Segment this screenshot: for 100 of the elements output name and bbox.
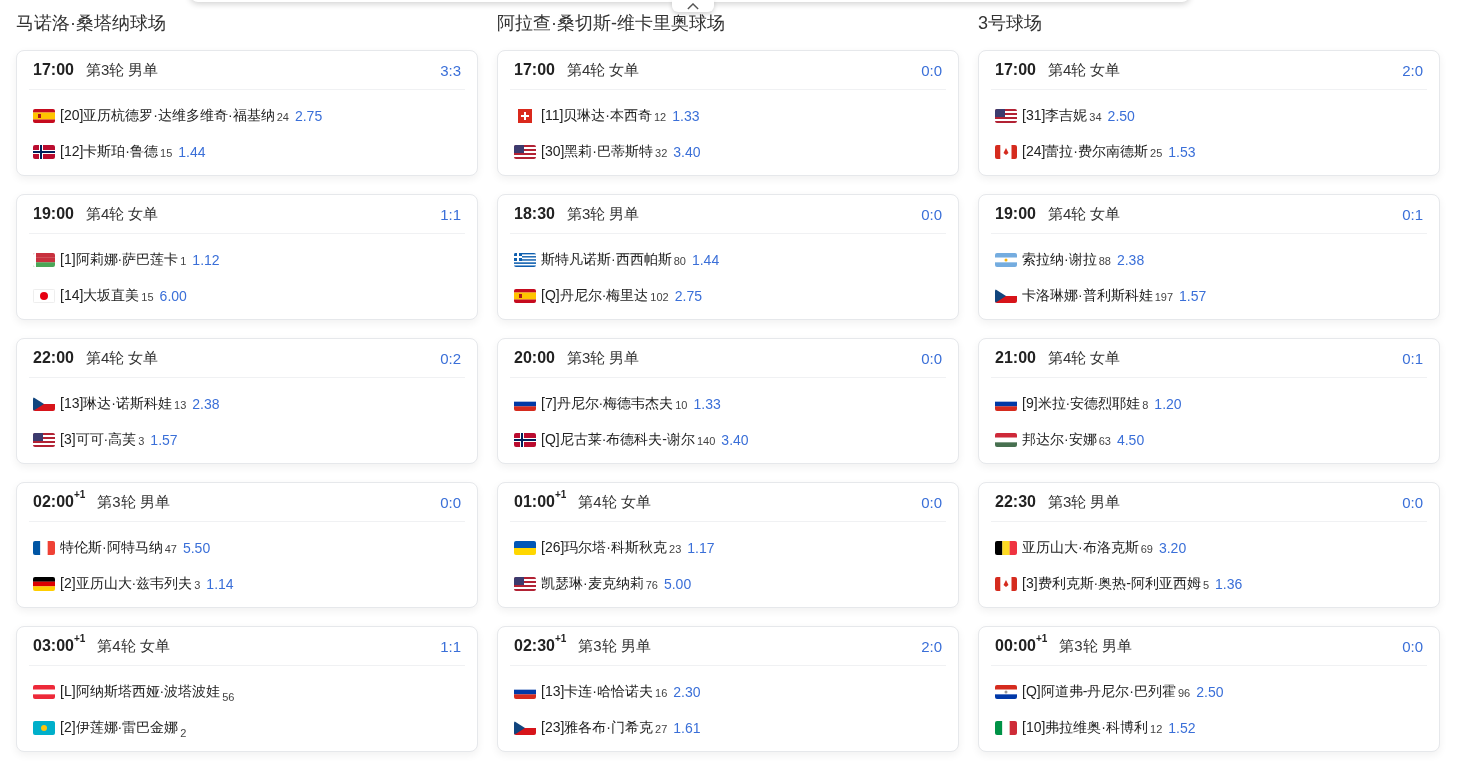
player-odds[interactable]: 3.40 xyxy=(721,432,749,448)
player-odds[interactable]: 2.75 xyxy=(674,288,702,304)
player-odds[interactable]: 6.00 xyxy=(159,288,187,304)
player-odds[interactable]: 2.30 xyxy=(673,684,701,700)
player-odds[interactable]: 2.50 xyxy=(1107,108,1135,124)
chevron-up-icon xyxy=(687,2,699,10)
player-odds[interactable]: 1.12 xyxy=(192,252,220,268)
match-time: 19:00 xyxy=(33,205,74,223)
player-name: [13]琳达·诺斯科娃 xyxy=(60,395,172,413)
match-card[interactable]: 22:00 第4轮 女单 0:2 [13]琳达·诺斯科娃 13 2.38 [3]可可·高芙 3 1.57 xyxy=(16,338,478,464)
player-odds[interactable]: 2.75 xyxy=(294,108,323,124)
player-odds[interactable]: 5.50 xyxy=(182,540,211,556)
match-score: 0:0 xyxy=(1402,637,1423,655)
player-name: [3]费利克斯·奥热-阿利亚西姆 xyxy=(1022,575,1201,593)
match-card[interactable]: 00:00$^{+1}$ 第3轮 男单 0:0 [Q]阿道弗-丹尼尔·巴列霍96 2.50 [10]弗拉维奥·科博利 12 1.52 xyxy=(978,626,1440,752)
player-odds[interactable]: 1.14 xyxy=(206,576,234,592)
match-round: 第3轮 男单 xyxy=(566,204,640,224)
player-rank: 12 xyxy=(654,111,667,123)
player-rank: 15 xyxy=(141,291,154,303)
flag-icon xyxy=(33,289,55,303)
match-card[interactable]: 17:00 第4轮 女单 2:0 [31]李吉妮 34 2.50 [24]蕾拉·费尔南德斯25 1.53 xyxy=(978,50,1440,176)
match-round: 第3轮 男单 xyxy=(97,492,170,512)
player-odds[interactable]: 1.57 xyxy=(150,432,178,448)
player-name: [Q]阿道弗-丹尼尔·巴列霍 xyxy=(1022,683,1176,701)
player-odds[interactable]: 1.61 xyxy=(673,720,701,736)
match-time: 17:00 xyxy=(514,61,555,79)
match-card[interactable]: 01:00$^{+1}$ 第4轮 女单 0:0 [26]玛尔塔·科斯秋克23 1.17 凯瑟琳·麦克纳莉 76 5.00 xyxy=(497,482,959,608)
player-rank: 56 xyxy=(222,691,235,703)
player-name: [9]米拉·安德烈耶娃 xyxy=(1022,395,1141,413)
player-name: [Q]丹尼尔·梅里达 xyxy=(541,287,649,305)
match-score: 0:0 xyxy=(921,61,942,79)
flag-icon xyxy=(995,721,1017,735)
player-rank: 5 xyxy=(1202,579,1209,591)
flag-icon xyxy=(514,721,536,735)
player-odds[interactable]: 1.52 xyxy=(1168,720,1196,736)
match-score: 0:0 xyxy=(440,493,461,511)
match-card[interactable]: 19:00 第4轮 女单 0:1 索拉纳·谢拉88 2.38 卡洛琳娜·普利斯科娃197 1.57 xyxy=(978,194,1440,320)
flag-icon xyxy=(33,145,55,159)
player-odds[interactable]: 1.44 xyxy=(691,252,720,268)
player-odds[interactable]: 2.38 xyxy=(1116,252,1145,268)
match-card[interactable]: 18:30 第3轮 男单 0:0 斯特凡诺斯·西西帕斯80 1.44 [Q]丹尼尔·梅里达 102 2.75 xyxy=(497,194,959,320)
match-time: 17:00 xyxy=(995,61,1036,79)
player-odds[interactable]: 5.00 xyxy=(663,576,692,592)
player-rank: 23 xyxy=(669,543,682,555)
player-odds[interactable]: 3.40 xyxy=(673,144,701,160)
match-score: 0:2 xyxy=(440,349,461,367)
player-odds[interactable]: 4.50 xyxy=(1116,432,1145,448)
match-round: 第4轮 女单 xyxy=(97,636,170,656)
match-card[interactable]: 02:30$^{+1}$ 第3轮 男单 2:0 [13]卡连·哈恰诺夫 16 2.30 [23]雅各布·门希克27 1.61 xyxy=(497,626,959,752)
match-card[interactable]: 19:00 第4轮 女单 1:1 [1]阿莉娜·萨巴莲卡 1 1.12 [14]大坂直美 15 6.00 xyxy=(16,194,478,320)
player-odds[interactable]: 1.17 xyxy=(687,540,715,556)
player-odds[interactable]: 1.33 xyxy=(672,108,700,124)
match-time: 20:00 xyxy=(514,349,555,367)
match-round: 第3轮 男单 xyxy=(1059,636,1132,656)
match-round: 第3轮 男单 xyxy=(578,636,651,656)
player-rank: 76 xyxy=(645,579,658,591)
player-rank: 47 xyxy=(164,543,177,555)
flag-icon xyxy=(33,577,55,591)
match-score: 2:0 xyxy=(921,637,942,655)
flag-icon xyxy=(514,145,536,159)
player-odds[interactable]: 1.33 xyxy=(693,396,721,412)
player-odds[interactable]: 2.38 xyxy=(192,396,220,412)
match-score: 0:0 xyxy=(921,493,942,511)
match-card[interactable]: 17:00 第4轮 女单 0:0 [11]贝琳达·本西奇 12 1.33 [30]黑莉·巴蒂斯特32 3.40 xyxy=(497,50,959,176)
match-score: 2:0 xyxy=(1402,61,1423,79)
player-odds[interactable]: 2.50 xyxy=(1196,684,1224,700)
match-time: 19:00 xyxy=(995,205,1036,223)
player-name: [13]卡连·哈恰诺夫 xyxy=(541,683,653,701)
player-odds[interactable]: 1.57 xyxy=(1179,288,1207,304)
match-card[interactable]: 17:00 第3轮 男单 3:3 [20]亚历杭德罗·达维多维奇·福基纳 24 2.75 [12]卡斯珀·鲁德 15 1.44 xyxy=(16,50,478,176)
match-card[interactable]: 22:30 第3轮 男单 0:0 亚历山大·布洛克斯69 3.20 [3]费利克斯·奥热-阿利亚西姆5 1.36 xyxy=(978,482,1440,608)
player-name: 凯瑟琳·麦克纳莉 xyxy=(541,575,644,593)
player-name: [11]贝琳达·本西奇 xyxy=(541,107,652,125)
match-round: 第3轮 男单 xyxy=(1047,492,1121,512)
player-odds[interactable]: 3.20 xyxy=(1158,540,1187,556)
player-odds[interactable]: 1.53 xyxy=(1168,144,1196,160)
player-rank: 15 xyxy=(160,147,173,159)
player-rank: 16 xyxy=(655,687,668,699)
match-card[interactable]: 02:00$^{+1}$ 第3轮 男单 0:0 特伦斯·阿特马纳 47 5.50 [2]亚历山大·兹韦列夫 3 1.14 xyxy=(16,482,478,608)
player-name: 邦达尔·安娜 xyxy=(1022,431,1097,449)
match-round: 第3轮 男单 xyxy=(566,348,640,368)
match-time: 22:30 xyxy=(995,493,1036,511)
player-rank: 10 xyxy=(675,399,688,411)
player-odds[interactable]: 1.44 xyxy=(178,144,206,160)
player-name: [1]阿莉娜·萨巴莲卡 xyxy=(60,251,179,269)
match-card[interactable]: 20:00 第3轮 男单 0:0 [7]丹尼尔·梅德韦杰夫 10 1.33 [Q]尼古莱·布德科夫-谢尔 140 3.40 xyxy=(497,338,959,464)
player-name: 亚历山大·布洛克斯 xyxy=(1022,539,1139,557)
match-score: 1:1 xyxy=(440,205,461,223)
collapse-button[interactable] xyxy=(672,0,714,12)
flag-icon xyxy=(514,433,536,447)
player-name: [31]李吉妮 xyxy=(1022,107,1088,125)
player-odds[interactable]: 1.36 xyxy=(1215,576,1243,592)
match-round: 第4轮 女单 xyxy=(1047,60,1121,80)
flag-icon xyxy=(33,541,55,555)
match-card[interactable]: 21:00 第4轮 女单 0:1 [9]米拉·安德烈耶娃8 1.20 邦达尔·安娜63 4.50 xyxy=(978,338,1440,464)
match-score: 0:0 xyxy=(1402,493,1423,511)
player-rank: 8 xyxy=(1142,399,1149,411)
player-rank: 2 xyxy=(180,727,187,739)
player-odds[interactable]: 1.20 xyxy=(1154,396,1182,412)
match-score: 0:0 xyxy=(921,205,942,223)
